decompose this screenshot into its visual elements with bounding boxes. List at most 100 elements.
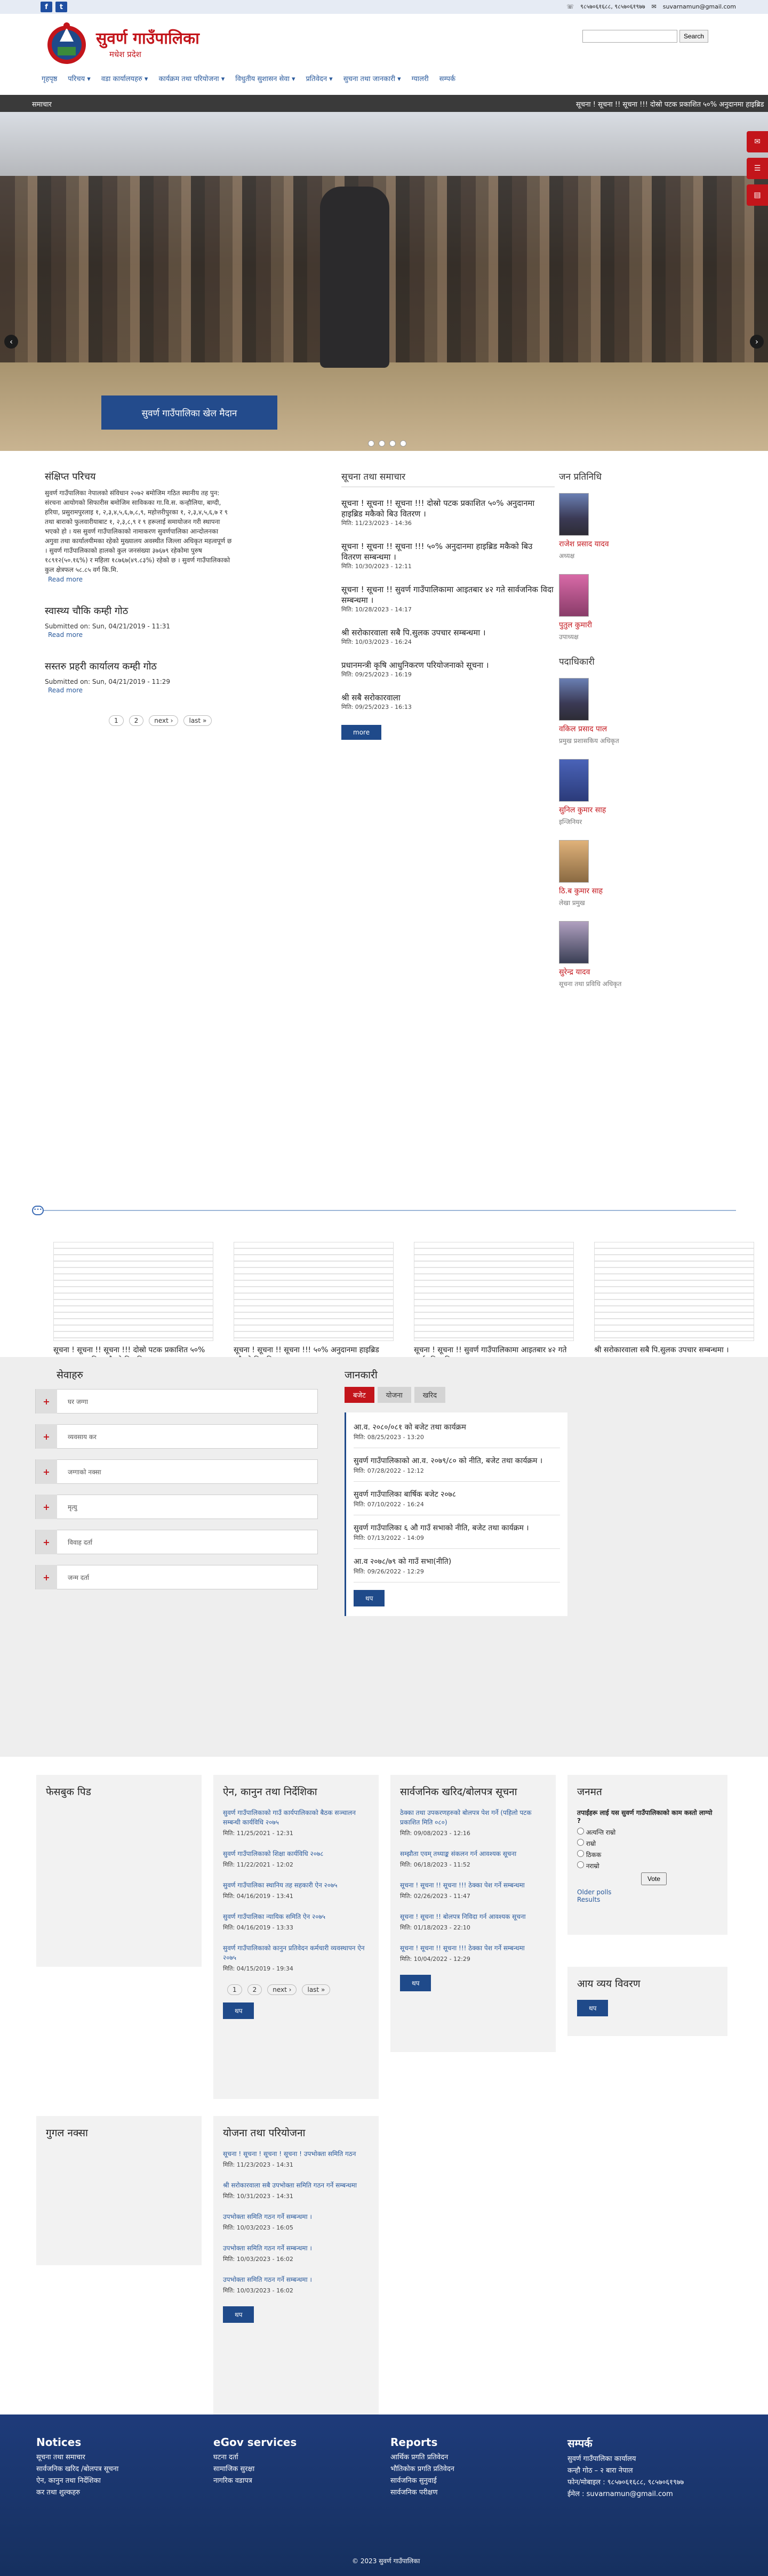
plus-icon[interactable]: + xyxy=(36,1424,57,1449)
item-title[interactable]: सुवर्ण गाउँपालिकाको आ.व. २०७९/८० को नीति… xyxy=(354,1456,560,1466)
notice-thumbnail[interactable] xyxy=(234,1242,394,1341)
item-title[interactable]: सूचना ! सूचना !! बोलपत्र निविदा गर्न आवश… xyxy=(400,1912,546,1921)
person-name[interactable]: सुरेन्द्र यादव xyxy=(559,967,719,977)
footer-link[interactable]: कर तथा शुल्कहरु xyxy=(36,2487,118,2499)
item-title[interactable]: सुवर्ण गाउँपालिकाको गाउँ कार्यपालिकाको ब… xyxy=(223,1808,369,1827)
chevron-left-icon[interactable]: ‹ xyxy=(4,335,18,349)
footer-text[interactable]: ईमेल : suvarnamun@gmail.com xyxy=(567,2489,684,2500)
footer-link[interactable]: घटना दर्ता xyxy=(213,2452,297,2464)
plus-icon[interactable]: + xyxy=(36,1389,57,1414)
search-input[interactable] xyxy=(582,30,677,43)
item-title[interactable]: सूचना ! सूचना ! सूचना ! सूचना ! उपभोक्ता… xyxy=(223,2149,369,2159)
info-more-button[interactable]: थप xyxy=(354,1590,385,1606)
list-item[interactable]: आ.व. २०८०/०८१ को बजेट तथा कार्यक्रम मिति:… xyxy=(354,1422,560,1448)
item-title[interactable]: सम्झौता एवम् तथ्याङ्क संकलन गर्न आवश्यक … xyxy=(400,1849,546,1859)
item-title[interactable]: श्री सरोकारवाला सबै उपभोक्ता समिति गठन ग… xyxy=(223,2181,369,2190)
list-item[interactable]: सुवर्ण गाउँपालिकाको शिक्षा कार्यविधि २०७… xyxy=(223,1849,369,1869)
pager-next[interactable]: next › xyxy=(149,715,179,726)
item-title[interactable]: सुवर्ण गाउँपालिका न्यायिक समिति ऐन २०७५ xyxy=(223,1912,369,1921)
list-item[interactable]: सुवर्ण गाउँपालिकाको कानुन प्रतिवेदन कर्म… xyxy=(223,1943,369,1973)
tab-projects[interactable]: योजना xyxy=(377,1387,411,1403)
radio-button[interactable] xyxy=(577,1839,584,1846)
news-item[interactable]: सूचना ! सूचना !! सूचना !!! ५०% अनुदानमा … xyxy=(341,541,555,570)
site-title[interactable]: सुवर्ण गाउँपालिका xyxy=(96,27,199,49)
slide-dot[interactable] xyxy=(389,440,396,447)
poll-option[interactable]: राम्रो xyxy=(577,1839,718,1848)
news-item[interactable]: प्रधानमन्त्री कृषि आधुनिकरण परियोजनाको स… xyxy=(341,660,555,679)
footer-link[interactable]: आर्थिक प्रगति प्रतिवेदन xyxy=(390,2452,454,2464)
nav-information[interactable]: सुचना तथा जानकारी ▾ xyxy=(343,74,401,83)
list-item[interactable]: सूचना ! सूचना !! सूचना !!! ठेक्का पेश गर… xyxy=(400,1943,546,1963)
person-name[interactable]: राजेश प्रसाद यादव xyxy=(559,539,719,549)
list-item[interactable]: ठेक्का तथा उपकरणहरुको बोलपत्र पेश गर्ने … xyxy=(400,1808,546,1837)
document-icon[interactable]: ▤ xyxy=(747,184,768,206)
list-item[interactable]: आ.व २०७८/७९ को गाउँ सभा(नीति) मिति: 09/26… xyxy=(354,1556,560,1582)
news-title[interactable]: श्री सबै सरोकारवाला xyxy=(341,692,555,703)
item-title[interactable]: सुवर्ण गाउँपालिका बार्षिक बजेट २०७८ xyxy=(354,1489,560,1499)
service-item[interactable]: + जन्म दर्ता xyxy=(35,1565,318,1589)
nav-contact[interactable]: सम्पर्क xyxy=(439,74,455,83)
news-more-button[interactable]: more xyxy=(341,725,382,740)
item-title[interactable]: उपभोक्ता समिति गठन गर्ने सम्बन्धमा । xyxy=(223,2275,369,2284)
chat-icon[interactable]: ✉ xyxy=(747,131,768,152)
footer-link[interactable]: सार्वजनिक सुनुवाई xyxy=(390,2475,454,2487)
poll-option[interactable]: नराम्रो xyxy=(577,1861,718,1870)
footer-link[interactable]: सूचना तथा समाचार xyxy=(36,2452,118,2464)
slide-dot[interactable] xyxy=(368,440,374,447)
footer-link[interactable]: सामाजिक सुरक्षा xyxy=(213,2464,297,2475)
read-more-link[interactable]: Read more xyxy=(48,631,233,639)
gallery-item[interactable]: सूचना ! सूचना !! सुवर्ण गाउँपालिकामा आइत… xyxy=(414,1242,574,1366)
list-item[interactable]: श्री सरोकारवाला सबै उपभोक्ता समिति गठन ग… xyxy=(223,2181,369,2200)
carousel-icon[interactable]: ••• xyxy=(32,1206,44,1215)
item-title[interactable]: सुवर्ण गाउँपालिकाको कानुन प्रतिवेदन कर्म… xyxy=(223,1943,369,1963)
nav-intro[interactable]: परिचय ▾ xyxy=(68,74,91,83)
item-title[interactable]: ठेक्का तथा उपकरणहरुको बोलपत्र पेश गर्ने … xyxy=(400,1808,546,1827)
list-item[interactable]: सुवर्ण गाउँपालिका न्यायिक समिति ऐन २०७५ म… xyxy=(223,1912,369,1932)
item-title[interactable]: सूचना ! सूचना !! सूचना !!! ठेक्का पेश गर… xyxy=(400,1943,546,1953)
read-more-link[interactable]: Read more xyxy=(48,576,233,583)
procurement-more-button[interactable]: थप xyxy=(400,1975,431,1991)
image-slider[interactable]: सुवर्ण गाउँपालिका खेल मैदान ‹ › xyxy=(0,112,768,451)
plus-icon[interactable]: + xyxy=(36,1495,57,1519)
news-item[interactable]: श्री सबै सरोकारवाला मिति: 09/25/2023 - 16… xyxy=(341,692,555,711)
projects-more-button[interactable]: थप xyxy=(223,2306,254,2323)
tab-budget[interactable]: बजेट xyxy=(345,1387,374,1403)
person-name[interactable]: पुतुल कुमारी xyxy=(559,620,719,630)
footer-link[interactable]: सार्वजनिक खरिद /बोलपत्र सूचना xyxy=(36,2464,118,2475)
pager-page[interactable]: 2 xyxy=(247,1984,262,1995)
income-more-button[interactable]: थप xyxy=(577,2000,609,2016)
top-email[interactable]: suvarnamun@gmail.com xyxy=(663,3,736,10)
news-item[interactable]: सूचना ! सूचना !! सुवर्ण गाउँपालिकामा आइत… xyxy=(341,584,555,613)
list-item[interactable]: उपभोक्ता समिति गठन गर्ने सम्बन्धमा । मिति… xyxy=(223,2212,369,2232)
service-item[interactable]: + मृत्यु xyxy=(35,1495,318,1519)
pager-page[interactable]: 1 xyxy=(227,1984,242,1995)
pager-last[interactable]: last » xyxy=(302,1984,331,1995)
radio-button[interactable] xyxy=(577,1828,584,1835)
twitter-icon[interactable]: t xyxy=(55,2,67,12)
service-item[interactable]: + घर जग्गा xyxy=(35,1389,318,1414)
item-title[interactable]: सुवर्ण गाउँपालिका स्थानिय तह सहकारी ऐन २… xyxy=(223,1880,369,1890)
news-title[interactable]: सूचना ! सूचना !! सूचना !!! दोस्रो पटक प्… xyxy=(341,498,555,519)
gallery-item[interactable]: सूचना ! सूचना !! सूचना !!! ५०% अनुदानमा … xyxy=(234,1242,394,1366)
nav-reports[interactable]: प्रतिवेदन ▾ xyxy=(306,74,333,83)
news-item[interactable]: श्री सरोकारवाला सबै पि.सुलक उपचार सम्बन्… xyxy=(341,627,555,646)
news-title[interactable]: सूचना ! सूचना !! सूचना !!! ५०% अनुदानमा … xyxy=(341,541,555,562)
nav-ward-offices[interactable]: वडा कार्यालयहरु ▾ xyxy=(101,74,148,83)
notice-thumbnail[interactable] xyxy=(53,1242,213,1341)
list-item[interactable]: सूचना ! सूचना !! सूचना !!! ठेक्का पेश गर… xyxy=(400,1880,546,1900)
service-item[interactable]: + विवाह दर्ता xyxy=(35,1530,318,1554)
list-item[interactable]: सूचना ! सूचना !! बोलपत्र निविदा गर्न आवश… xyxy=(400,1912,546,1932)
person-name[interactable]: सुनिल कुमार साह xyxy=(559,805,719,815)
list-item[interactable]: सुवर्ण गाउँपालिका बार्षिक बजेट २०७८ मिति:… xyxy=(354,1489,560,1515)
nav-home[interactable]: गृहपृष्ठ xyxy=(42,74,57,83)
poll-option[interactable]: ठिकक xyxy=(577,1850,718,1859)
plus-icon[interactable]: + xyxy=(36,1565,57,1589)
list-item[interactable]: सुवर्ण गाउँपालिकाको आ.व. २०७९/८० को नीति… xyxy=(354,1456,560,1482)
service-item[interactable]: + व्यवसाय कर xyxy=(35,1424,318,1449)
gallery-item[interactable]: सूचना ! सूचना !! सूचना !!! दोस्रो पटक प्… xyxy=(53,1242,213,1366)
gallery-item[interactable]: श्री सरोकारवाला सबै पि.सुलक उपचार सम्बन्… xyxy=(594,1242,754,1366)
news-title[interactable]: सूचना ! सूचना !! सुवर्ण गाउँपालिकामा आइत… xyxy=(341,584,555,605)
person-name[interactable]: ठि.ब कुमार साह xyxy=(559,886,719,896)
feedback-icon[interactable]: ☰ xyxy=(747,158,768,179)
nav-programs[interactable]: कार्यक्रम तथा परियोजना ▾ xyxy=(158,74,225,83)
